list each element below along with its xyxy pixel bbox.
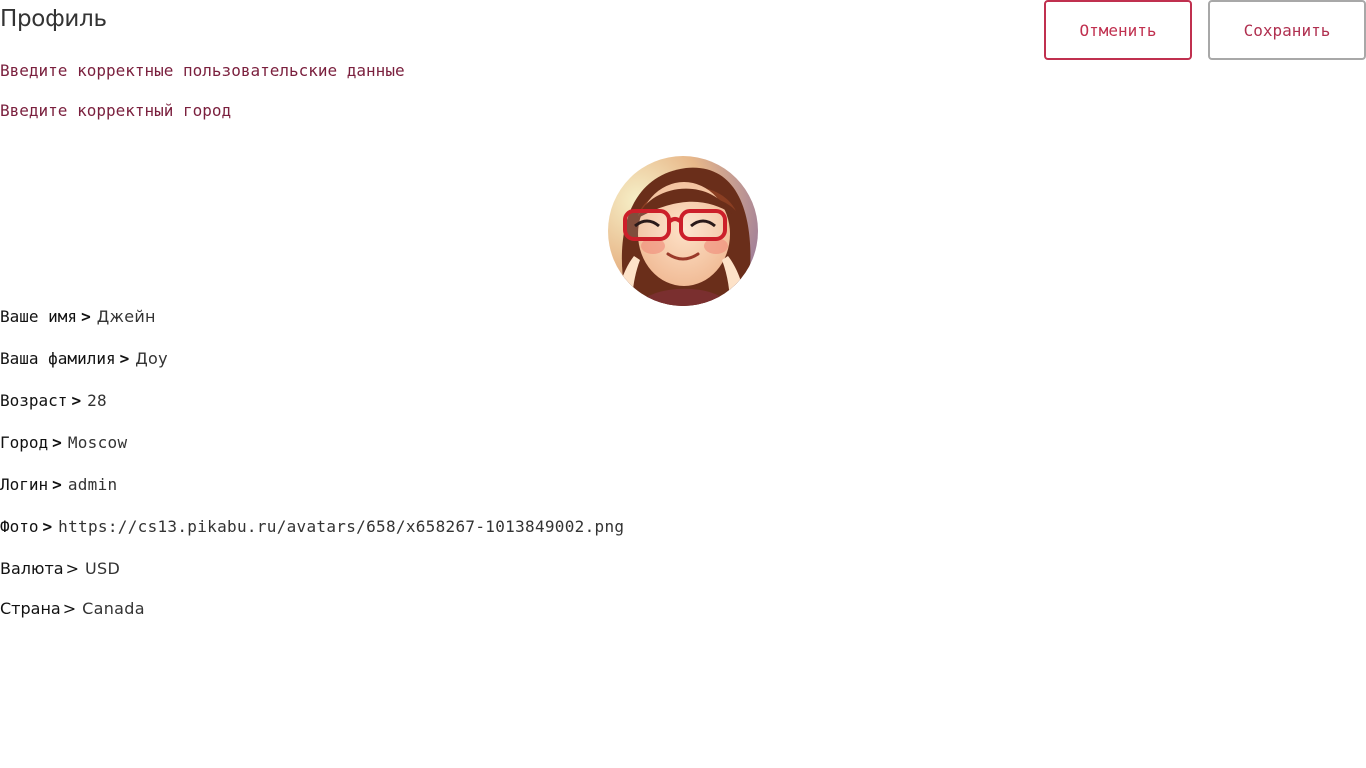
field-city-arrow: > bbox=[52, 433, 62, 452]
field-currency: Валюта > USD bbox=[0, 559, 120, 578]
field-login: Логин > admin bbox=[0, 475, 117, 494]
field-age-arrow: > bbox=[71, 391, 82, 410]
field-currency-value[interactable]: USD bbox=[85, 559, 120, 578]
field-last-name-arrow: > bbox=[119, 349, 130, 368]
field-first-name-value[interactable]: Джейн bbox=[97, 307, 156, 326]
page-title: Профиль bbox=[0, 6, 107, 32]
field-last-name-label: Ваша фамилия bbox=[0, 349, 116, 368]
avatar-photo-icon bbox=[608, 156, 758, 306]
save-button-label: Сохранить bbox=[1243, 20, 1331, 40]
field-photo: Фото > https://cs13.pikabu.ru/avatars/65… bbox=[0, 517, 624, 536]
field-photo-value[interactable]: https://cs13.pikabu.ru/avatars/658/x6582… bbox=[58, 517, 624, 536]
field-country: Страна > Canada bbox=[0, 599, 145, 618]
avatar bbox=[608, 156, 758, 306]
profile-page: Профиль Отменить Сохранить Введите корре… bbox=[0, 0, 1366, 768]
error-user-data: Введите корректные пользовательские данн… bbox=[0, 61, 405, 80]
field-city-label: Город bbox=[0, 433, 49, 452]
field-currency-arrow: > bbox=[65, 559, 80, 578]
field-login-arrow: > bbox=[52, 475, 62, 494]
field-city-value[interactable]: Moscow bbox=[68, 433, 128, 452]
field-age-label: Возраст bbox=[0, 391, 68, 410]
cancel-button-label: Отменить bbox=[1079, 20, 1157, 40]
error-city: Введите корректный город bbox=[0, 101, 232, 120]
field-city: Город > Moscow bbox=[0, 433, 127, 452]
field-country-arrow: > bbox=[62, 599, 77, 618]
field-first-name-label: Ваше имя bbox=[0, 307, 78, 326]
field-age: Возраст > 28 bbox=[0, 391, 107, 410]
field-country-value[interactable]: Canada bbox=[82, 599, 145, 618]
field-country-label: Страна bbox=[0, 599, 61, 618]
save-button[interactable]: Сохранить bbox=[1208, 0, 1366, 60]
field-last-name-value[interactable]: Доу bbox=[135, 349, 168, 368]
field-login-value[interactable]: admin bbox=[68, 475, 118, 494]
field-first-name: Ваше имя > Джейн bbox=[0, 307, 156, 326]
field-first-name-arrow: > bbox=[81, 307, 91, 326]
field-login-label: Логин bbox=[0, 475, 49, 494]
field-last-name: Ваша фамилия > Доу bbox=[0, 349, 168, 368]
field-photo-label: Фото bbox=[0, 517, 39, 536]
field-photo-arrow: > bbox=[42, 517, 53, 536]
field-currency-label: Валюта bbox=[0, 559, 64, 578]
field-age-value[interactable]: 28 bbox=[87, 391, 107, 410]
cancel-button[interactable]: Отменить bbox=[1044, 0, 1192, 60]
